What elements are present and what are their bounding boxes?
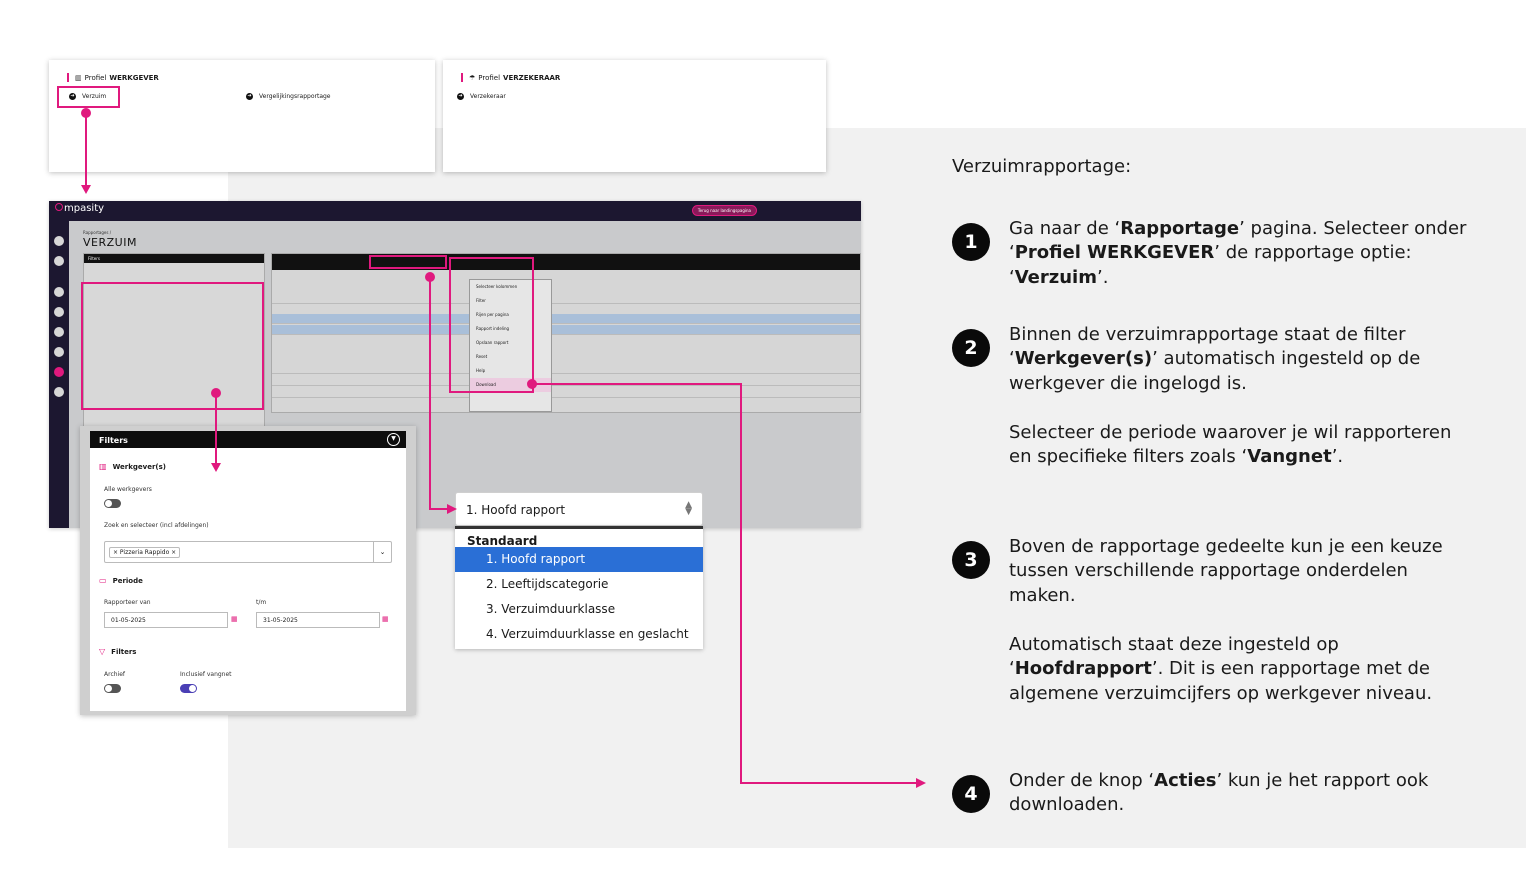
instructions-title: Verzuimrapportage: <box>952 156 1132 177</box>
connector-line <box>740 782 916 784</box>
sidebar-icon[interactable] <box>54 236 64 246</box>
step-number: 2 <box>952 329 990 367</box>
back-to-landing-button[interactable]: Terug naar landingspagina <box>691 205 757 216</box>
calendar-icon: ▭ <box>99 576 107 585</box>
step-1-text: Ga naar de ‘Rapportage’ pagina. Selectee… <box>1009 218 1467 288</box>
inclusief-vangnet-label: Inclusief vangnet <box>180 671 232 678</box>
option-leeftijdscategorie[interactable]: 2. Leeftijdscategorie <box>455 572 703 597</box>
verzekeraar-link[interactable]: ➜ Verzekeraar <box>457 93 506 100</box>
arrow-icon: ➜ <box>246 93 253 100</box>
table-row <box>272 388 860 398</box>
option-group-standaard: Standaard <box>455 526 703 548</box>
connector-line <box>215 393 217 463</box>
arrow-down-icon <box>81 185 91 194</box>
arrow-down-icon <box>211 463 221 472</box>
connector-line <box>85 113 87 185</box>
table-row <box>272 314 860 324</box>
profile-verzekeraar-title: ☂ Profiel VERZEKERAAR <box>461 73 560 82</box>
page-title: VERZUIM <box>83 236 137 249</box>
building-icon: ▥ <box>75 73 82 82</box>
vergelijkingsrapportage-link[interactable]: ➜ Vergelijkingsrapportage <box>246 93 331 100</box>
sidebar-icon[interactable] <box>54 387 64 397</box>
profile-werkgever-card: ▥ Profiel WERKGEVER ➜ Verzuim ➜ Vergelij… <box>49 60 435 172</box>
connector-line <box>429 277 431 509</box>
step-number: 1 <box>952 223 990 261</box>
sort-arrows-icon: ▲ ▼ <box>685 500 692 517</box>
werkgever-select[interactable]: × Pizzeria Rappido × ⌄ <box>104 541 392 563</box>
connector-line <box>532 383 742 385</box>
option-verzuimduurklasse-geslacht[interactable]: 4. Verzuimduurklasse en geslacht <box>455 622 703 647</box>
step-number: 3 <box>952 541 990 579</box>
alle-werkgevers-toggle[interactable] <box>104 499 121 508</box>
tm-input[interactable]: 31-05-2025 <box>256 612 380 628</box>
rapporteer-van-input[interactable]: 01-05-2025 <box>104 612 228 628</box>
rapport-options: Standaard 1. Hoofd rapport 2. Leeftijdsc… <box>455 526 703 649</box>
sidebar-icon-active[interactable] <box>54 367 64 377</box>
verzuim-highlight <box>57 86 120 108</box>
breadcrumb: Rapportages / <box>83 230 112 235</box>
table-row <box>272 364 860 374</box>
sidebar-icon[interactable] <box>54 327 64 337</box>
filters-zoom: Filters ▼ ▥ Werkgever(s) Alle werkgevers … <box>80 426 416 715</box>
mini-table-toolbar <box>272 254 860 270</box>
filters-highlight <box>81 282 264 410</box>
archief-toggle[interactable] <box>104 684 121 693</box>
sidebar-icon[interactable] <box>54 287 64 297</box>
acties-highlight <box>449 257 534 393</box>
mini-report-table <box>271 253 861 413</box>
step-2-text: Binnen de verzuimrapportage staat de fil… <box>1009 324 1421 394</box>
mini-filters-header: Filters <box>84 254 264 263</box>
umbrella-icon: ☂ <box>469 73 476 82</box>
chevron-down-icon[interactable]: ⌄ <box>373 542 391 562</box>
archief-label: Archief <box>104 671 126 678</box>
zoek-label: Zoek en selecteer (incl afdelingen) <box>104 522 209 529</box>
werkgevers-section-title: ▥ Werkgever(s) <box>99 462 166 471</box>
table-row <box>272 325 860 335</box>
step-number: 4 <box>952 775 990 813</box>
app-sidebar <box>49 221 69 528</box>
option-verzuimduurklasse[interactable]: 3. Verzuimduurklasse <box>455 597 703 622</box>
table-row <box>272 294 860 304</box>
connector-line <box>740 383 742 783</box>
rapport-select[interactable]: 1. Hoofd rapport ▲ ▼ <box>455 492 703 526</box>
step-3-text: Boven de rapportage gedeelte kun je een … <box>1009 536 1443 606</box>
filters-panel: Filters ▼ ▥ Werkgever(s) Alle werkgevers … <box>90 431 406 711</box>
alle-werkgevers-label: Alle werkgevers <box>104 486 152 493</box>
connector-line <box>429 508 447 510</box>
profile-verzekeraar-card: ☂ Profiel VERZEKERAAR ➜ Verzekeraar <box>443 60 826 172</box>
sidebar-icon[interactable] <box>54 347 64 357</box>
arrow-right-icon <box>447 504 457 514</box>
step-3-text-2: Automatisch staat deze ingesteld op ‘Hoo… <box>1009 634 1433 704</box>
rapport-select-highlight <box>369 255 447 269</box>
sidebar-icon[interactable] <box>54 256 64 266</box>
profile-werkgever-title: ▥ Profiel WERKGEVER <box>67 73 159 82</box>
sidebar-icon[interactable] <box>54 307 64 317</box>
calendar-icon[interactable]: ▦ <box>231 615 238 623</box>
inclusief-vangnet-toggle[interactable] <box>180 684 197 693</box>
tm-label: t/m <box>256 599 267 606</box>
periode-section-title: ▭ Periode <box>99 576 143 585</box>
selected-werkgever-tag[interactable]: × Pizzeria Rappido × <box>109 547 181 558</box>
app-logo: mpasity <box>55 203 104 214</box>
building-icon: ▥ <box>99 462 107 471</box>
step-2-text-2: Selecteer de periode waarover je wil rap… <box>1009 422 1452 468</box>
option-hoofd-rapport[interactable]: 1. Hoofd rapport <box>455 547 703 572</box>
filters-header: Filters ▼ <box>90 431 406 448</box>
filters-section-title: ▽ Filters <box>99 647 137 656</box>
app-topbar: mpasity Terug naar landingspagina <box>49 201 861 221</box>
step-4-text: Onder de knop ‘Acties’ kun je het rappor… <box>1009 770 1429 816</box>
filter-icon: ▽ <box>99 647 106 656</box>
chevron-down-icon[interactable]: ▼ <box>387 433 400 446</box>
rapporteer-van-label: Rapporteer van <box>104 599 151 606</box>
arrow-icon: ➜ <box>457 93 464 100</box>
arrow-right-icon <box>916 778 926 788</box>
calendar-icon[interactable]: ▦ <box>382 615 389 623</box>
